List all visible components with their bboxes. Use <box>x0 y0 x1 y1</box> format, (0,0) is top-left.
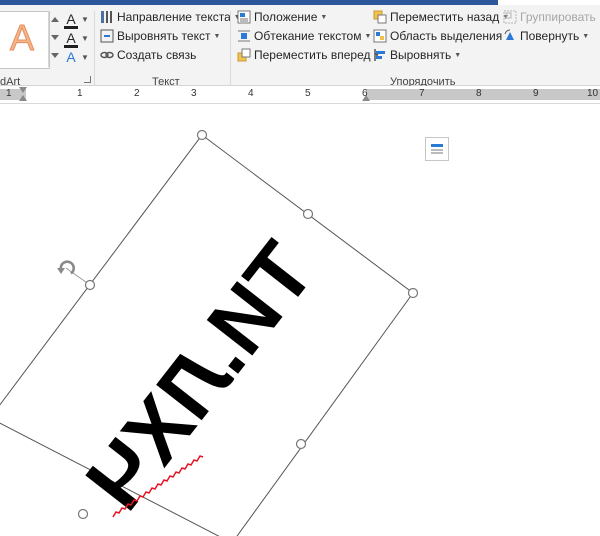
text-fill-button[interactable]: A ▼ <box>64 11 89 29</box>
send-backward-label: Переместить назад <box>390 10 500 24</box>
ruler-right-margin <box>366 89 600 100</box>
ribbon: A A ▼ A ▼ A ▼ dArt Направление текста ▼ … <box>0 5 600 88</box>
create-link-button[interactable]: Создать связь <box>100 48 196 62</box>
text-effects-icon: A <box>66 49 76 65</box>
text-outline-button[interactable]: A ▼ <box>64 30 89 48</box>
align-text-button[interactable]: Выровнять текст ▼ <box>100 29 220 43</box>
ruler-number: 2 <box>134 88 140 99</box>
align-objects-icon <box>373 48 387 62</box>
selection-pane-button[interactable]: Область выделения <box>373 29 502 43</box>
chevron-down-icon: ▼ <box>213 32 221 40</box>
ruler-number: 1 <box>6 88 12 99</box>
group-button[interactable]: Группировать ▼ <box>503 10 600 24</box>
horizontal-ruler[interactable]: 1 1 2 3 4 5 6 7 8 9 10 <box>0 86 600 104</box>
indent-marker-icon[interactable] <box>19 87 27 93</box>
text-direction-label: Направление текста <box>117 10 231 24</box>
ruler-number: 5 <box>305 88 311 99</box>
align-text-icon <box>100 29 114 43</box>
group-separator <box>230 11 231 85</box>
bring-forward-button[interactable]: Переместить вперед ▼ <box>237 48 380 62</box>
wrap-text-icon <box>237 29 251 43</box>
ruler-number: 8 <box>476 88 482 99</box>
text-direction-icon <box>100 10 114 24</box>
indent-marker-icon[interactable] <box>19 95 27 101</box>
text-outline-icon: A <box>64 30 78 48</box>
chevron-down-icon: ▼ <box>81 52 89 62</box>
gallery-up-icon[interactable] <box>51 17 59 22</box>
ruler-number: 9 <box>533 88 539 99</box>
chevron-down-icon: ▼ <box>454 51 462 59</box>
layout-options-icon <box>431 144 443 154</box>
align-text-label: Выровнять текст <box>117 29 211 43</box>
chevron-down-icon: ▼ <box>364 32 372 40</box>
bring-forward-label: Переместить вперед <box>254 48 371 62</box>
gallery-scroll[interactable] <box>48 11 61 67</box>
send-backward-icon <box>373 10 387 24</box>
layout-options-button[interactable] <box>425 137 449 161</box>
chevron-down-icon: ▼ <box>320 13 328 21</box>
wrap-text-button[interactable]: Обтекание текстом ▼ <box>237 29 371 43</box>
document-page[interactable] <box>0 104 600 536</box>
create-link-label: Создать связь <box>117 48 197 62</box>
group-label: Группировать <box>520 10 596 24</box>
rotate-icon <box>503 29 517 43</box>
dialog-launcher-icon[interactable] <box>84 76 91 83</box>
group-separator <box>94 11 95 85</box>
gallery-more-icon[interactable] <box>51 53 59 58</box>
chevron-down-icon: ▼ <box>81 33 89 43</box>
position-button[interactable]: Положение ▼ <box>237 10 327 24</box>
text-direction-button[interactable]: Направление текста ▼ <box>100 10 241 24</box>
ruler-number: 3 <box>191 88 197 99</box>
ruler-number: 7 <box>419 88 425 99</box>
wordart-style-gallery[interactable]: A <box>0 11 50 69</box>
align-objects-button[interactable]: Выровнять ▼ <box>373 48 461 62</box>
selection-pane-icon <box>373 29 387 43</box>
rotate-button[interactable]: Повернуть ▼ <box>503 29 589 43</box>
text-effects-button[interactable]: A ▼ <box>64 49 89 65</box>
wrap-text-label: Обтекание текстом <box>254 29 362 43</box>
align-objects-label: Выровнять <box>390 48 452 62</box>
rotate-label: Повернуть <box>520 29 580 43</box>
position-label: Положение <box>254 10 318 24</box>
send-backward-button[interactable]: Переместить назад ▼ <box>373 10 509 24</box>
gallery-down-icon[interactable] <box>51 35 59 40</box>
ruler-number: 1 <box>77 88 83 99</box>
chevron-down-icon: ▼ <box>81 14 89 24</box>
chevron-down-icon: ▼ <box>582 32 590 40</box>
link-icon <box>100 48 114 62</box>
selection-pane-label: Область выделения <box>390 29 503 43</box>
group-objects-icon <box>503 10 517 24</box>
bring-forward-icon <box>237 48 251 62</box>
position-icon <box>237 10 251 24</box>
ruler-number: 10 <box>587 88 599 99</box>
ruler-number: 4 <box>248 88 254 99</box>
ruler-number: 6 <box>362 88 368 99</box>
wordart-preview-letter: A <box>9 17 35 59</box>
text-fill-icon: A <box>64 11 78 29</box>
